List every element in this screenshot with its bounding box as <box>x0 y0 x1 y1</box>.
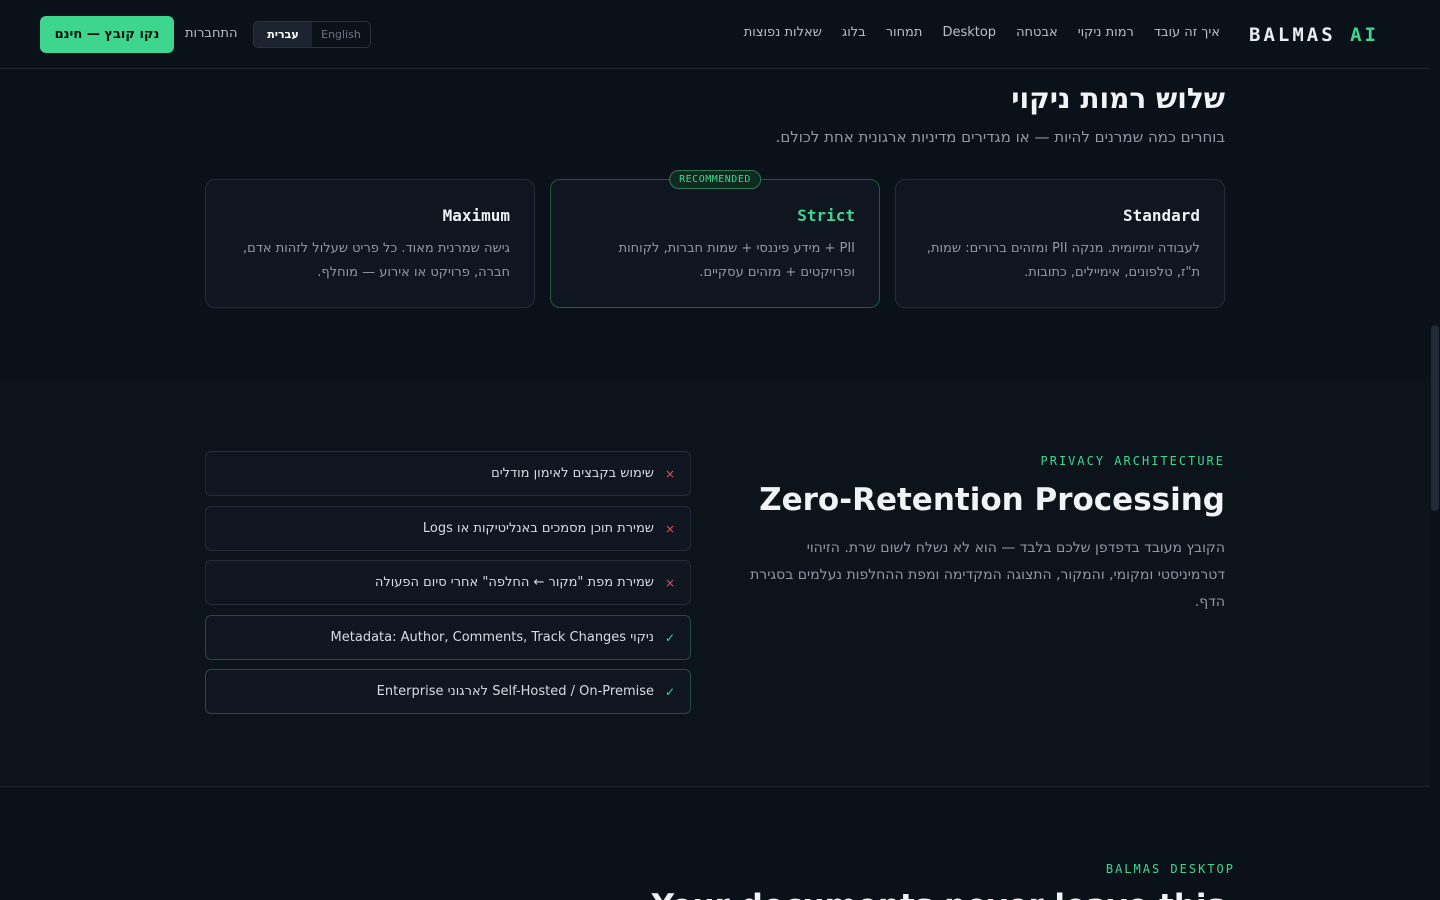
page-scrollbar[interactable] <box>1430 0 1440 900</box>
list-item-text: Self-Hosted / On-Premise לארגוני Enterpr… <box>376 684 654 699</box>
level-card-strict[interactable]: RECOMMENDED Strict PII + מידע פיננסי + ש… <box>550 170 880 308</box>
list-item: שימוש בקבצים לאימון מודלים × <box>205 451 691 496</box>
logo[interactable]: BALMAS AI <box>1249 24 1379 46</box>
level-card-standard[interactable]: Standard לעבודה יומיומית. מנקה PII ומזהי… <box>895 179 1225 308</box>
nav-item-faq[interactable]: שאלות נפוצות <box>744 25 822 40</box>
nav-item-pricing[interactable]: תמחור <box>886 25 923 40</box>
levels-title: שלוש רמות ניקוי <box>1011 82 1225 115</box>
lang-english-button[interactable]: English <box>312 22 370 47</box>
top-header: BALMAS AI איך זה עובד רמות ניקוי אבטחה D… <box>0 0 1430 69</box>
privacy-description: הקובץ מעובד בדפדפן שלכם בלבד — הוא לא נש… <box>750 540 1225 610</box>
list-item-text: שימוש בקבצים לאימון מודלים <box>491 466 654 481</box>
privacy-title: Zero-Retention Processing <box>759 482 1225 518</box>
clean-file-cta-button[interactable]: נקו קובץ — חינם <box>40 16 174 53</box>
list-item: Self-Hosted / On-Premise לארגוני Enterpr… <box>205 669 691 714</box>
nav-item-blog[interactable]: בלוג <box>842 25 866 40</box>
desktop-title: Your documents never leave this <box>652 888 1225 900</box>
list-item-text: ניקוי Metadata: Author, Comments, Track … <box>330 630 654 645</box>
level-card-desc: לעבודה יומיומית. מנקה PII ומזהים ברורים:… <box>926 241 1200 280</box>
x-icon: × <box>664 466 676 481</box>
nav-item-how-it-works[interactable]: איך זה עובד <box>1154 25 1220 40</box>
levels-subtitle: בוחרים כמה שמרנים להיות — או מגדירים מדי… <box>775 128 1225 146</box>
level-card-desc: גישה שמרנית מאוד. כל פריט שעלול לזהות אד… <box>243 241 510 280</box>
list-item: ניקוי Metadata: Author, Comments, Track … <box>205 615 691 660</box>
level-card-title: Maximum <box>442 206 510 225</box>
logo-accent: AI <box>1350 24 1379 46</box>
nav-item-security[interactable]: אבטחה <box>1016 25 1058 40</box>
nav-item-levels[interactable]: רמות ניקוי <box>1078 25 1134 40</box>
check-icon: ✓ <box>664 684 676 699</box>
language-switcher: עברית English <box>253 21 371 48</box>
x-icon: × <box>664 521 676 536</box>
level-card-title: Standard <box>1122 206 1200 225</box>
lang-hebrew-button[interactable]: עברית <box>254 22 312 47</box>
login-link[interactable]: התחברות <box>185 26 237 41</box>
level-card-desc: PII + מידע פיננסי + שמות חברות, לקוחות ו… <box>618 241 855 280</box>
check-icon: ✓ <box>664 630 676 645</box>
logo-main: BALMAS <box>1249 24 1336 46</box>
desktop-eyebrow: BALMAS DESKTOP <box>1105 862 1235 876</box>
scrollbar-thumb[interactable] <box>1431 325 1439 511</box>
privacy-eyebrow: PRIVACY ARCHITECTURE <box>1040 454 1225 468</box>
list-item-text: שמירת מפת "מקור ← החלפה" אחרי סיום הפעול… <box>374 575 654 590</box>
list-item-text: שמירת תוכן מסמכים באנליטיקות או Logs <box>422 521 654 536</box>
main-nav: איך זה עובד רמות ניקוי אבטחה Desktop תמח… <box>744 25 1220 40</box>
list-item: שמירת מפת "מקור ← החלפה" אחרי סיום הפעול… <box>205 560 691 605</box>
recommended-badge: RECOMMENDED <box>669 170 761 189</box>
x-icon: × <box>664 575 676 590</box>
level-card-title: Strict <box>797 206 855 225</box>
level-card-maximum[interactable]: Maximum גישה שמרנית מאוד. כל פריט שעלול … <box>205 179 535 308</box>
list-item: שמירת תוכן מסמכים באנליטיקות או Logs × <box>205 506 691 551</box>
privacy-section: PRIVACY ARCHITECTURE Zero-Retention Proc… <box>0 379 1430 787</box>
nav-item-desktop[interactable]: Desktop <box>942 25 996 40</box>
